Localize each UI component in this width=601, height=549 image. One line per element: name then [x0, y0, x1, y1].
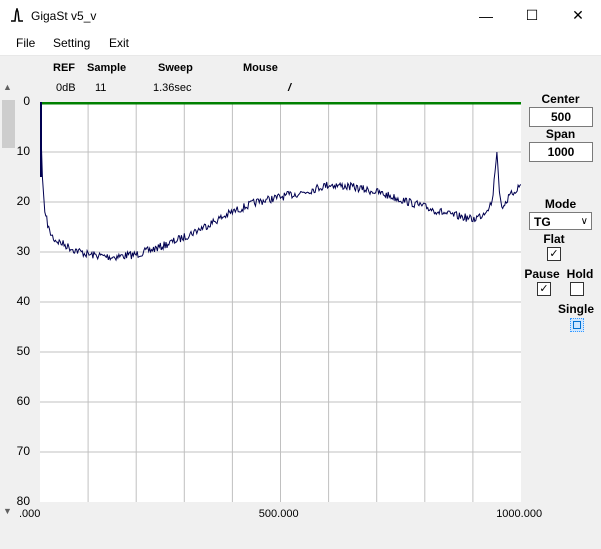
menu-exit[interactable]: Exit — [109, 36, 129, 50]
scroll-up-icon[interactable]: ▲ — [3, 82, 12, 92]
mouse-label: Mouse — [243, 62, 278, 74]
maximize-icon: ☐ — [525, 7, 539, 23]
pause-checkbox[interactable]: ✓ — [537, 282, 551, 296]
spectrum-chart — [39, 101, 522, 502]
menu-file[interactable]: File — [16, 36, 35, 50]
sweep-value: 1.36sec — [153, 82, 192, 94]
y-tick-label: 0 — [23, 94, 30, 108]
sample-label: Sample — [87, 62, 127, 74]
close-button[interactable]: ✕ — [555, 0, 601, 31]
y-tick-label: 30 — [16, 244, 30, 258]
y-tick-label: 80 — [16, 494, 30, 508]
spectrum-plot[interactable] — [39, 101, 522, 502]
minimize-button[interactable]: — — [463, 0, 509, 31]
window-title: GigaSt v5_v — [31, 9, 97, 23]
hold-label: Hold — [566, 267, 594, 281]
sweep-label: Sweep — [158, 62, 193, 74]
close-icon: ✕ — [572, 7, 584, 23]
single-label: Single — [557, 302, 594, 316]
maximize-button[interactable]: ☐ — [509, 0, 555, 31]
flat-label: Flat — [543, 232, 565, 246]
mouse-value: / — [288, 82, 292, 94]
title-bar: GigaSt v5_v — ☐ ✕ — [0, 0, 601, 31]
center-label: Center — [541, 92, 580, 106]
check-icon: ✓ — [539, 283, 549, 295]
x-tick-label: 1000.000 — [496, 508, 543, 520]
minimize-icon: — — [479, 7, 493, 24]
y-tick-label: 70 — [16, 444, 30, 458]
check-icon: ✓ — [549, 248, 559, 260]
span-input[interactable]: 1000 — [529, 142, 593, 162]
x-tick-label: 500.000 — [258, 508, 299, 520]
sample-value: 11 — [95, 82, 107, 94]
mode-select[interactable]: TG ∨ — [529, 212, 592, 230]
x-tick-label: .000 — [19, 508, 41, 520]
menu-bar: File Setting Exit — [0, 31, 601, 56]
y-tick-label: 20 — [16, 194, 30, 208]
y-tick-label: 60 — [16, 394, 30, 408]
app-icon — [11, 8, 23, 22]
y-tick-label: 10 — [16, 144, 30, 158]
y-tick-label: 40 — [16, 294, 30, 308]
chevron-down-icon: ∨ — [580, 216, 588, 227]
ref-value: 0dB — [56, 82, 76, 94]
mode-label: Mode — [544, 197, 577, 211]
flat-checkbox[interactable]: ✓ — [547, 247, 561, 261]
hold-checkbox[interactable] — [570, 282, 584, 296]
ref-label: REF — [53, 62, 75, 74]
menu-setting[interactable]: Setting — [53, 36, 90, 50]
mode-value: TG — [534, 215, 551, 229]
y-tick-label: 50 — [16, 344, 30, 358]
center-input[interactable]: 500 — [529, 107, 593, 127]
single-button[interactable] — [570, 318, 584, 332]
pause-label: Pause — [524, 267, 560, 281]
span-label: Span — [545, 127, 576, 141]
